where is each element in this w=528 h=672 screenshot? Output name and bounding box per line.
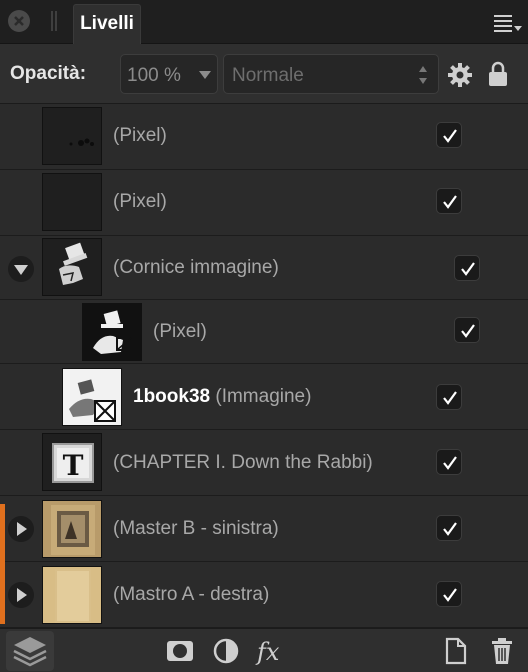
layer-thumbnail — [42, 238, 102, 296]
visibility-checkbox[interactable] — [436, 581, 462, 607]
expand-layer-button[interactable] — [8, 582, 34, 608]
visibility-checkbox[interactable] — [436, 384, 462, 410]
checkmark-icon — [461, 324, 475, 338]
layer-options-bar: Opacità: 100 % Normale — [0, 44, 528, 104]
mad-hatter-crop-icon — [93, 310, 132, 354]
layers-list: (Pixel) (Pixel) (Cornice immagine) (Pixe… — [0, 104, 528, 628]
blend-mode-value: Normale — [232, 65, 304, 86]
layers-stack-icon — [13, 637, 47, 667]
layer-thumbnail — [82, 303, 142, 361]
checkmark-icon — [443, 588, 457, 602]
layer-type: (Immagine) — [215, 386, 312, 407]
layer-row[interactable]: (Master B - sinistra) — [0, 496, 528, 562]
layer-thumbnail — [42, 500, 102, 558]
chevron-down-icon — [199, 71, 211, 79]
layer-thumbnail — [62, 368, 122, 426]
layer-row[interactable]: 1book38 (Immagine) — [0, 364, 528, 430]
layer-label: (Pixel) — [113, 125, 167, 146]
layer-row[interactable]: (Pixel) — [0, 104, 528, 170]
layer-label: (Master B - sinistra) — [113, 518, 279, 539]
opacity-label: Opacità: — [10, 63, 87, 84]
layer-thumbnail — [42, 107, 102, 165]
svg-text:fx: fx — [255, 638, 280, 666]
panel-menu-button[interactable] — [494, 12, 522, 34]
visibility-checkbox[interactable] — [454, 317, 480, 343]
checkmark-icon — [443, 129, 457, 143]
visibility-checkbox[interactable] — [436, 188, 462, 214]
opacity-value: 100 % — [127, 65, 181, 86]
mask-layer-icon[interactable] — [164, 629, 196, 672]
pixel-thumbnail-icon — [69, 138, 94, 146]
layer-thumbnail: T — [42, 433, 102, 491]
layers-bottom-toolbar: fx — [0, 628, 528, 672]
layer-label: 1book38 (Immagine) — [133, 386, 311, 408]
triangle-down-icon — [14, 265, 28, 275]
layer-row[interactable]: (Pixel) — [0, 170, 528, 236]
stepper-arrows-icon — [419, 66, 427, 84]
lock-icon[interactable] — [488, 61, 508, 87]
layer-label: (Pixel) — [153, 321, 207, 342]
opacity-dropdown[interactable]: 100 % — [120, 54, 218, 94]
fx-effects-icon[interactable]: fx — [254, 629, 286, 672]
checkmark-icon — [443, 456, 457, 470]
trash-icon[interactable] — [488, 629, 516, 672]
collapse-layer-button[interactable] — [8, 256, 34, 282]
tab-livelli[interactable]: Livelli — [73, 4, 141, 45]
visibility-checkbox[interactable] — [454, 255, 480, 281]
adjustment-layer-icon[interactable] — [210, 629, 242, 672]
image-thumbnail-icon — [69, 379, 116, 422]
close-panel-button[interactable] — [8, 10, 30, 32]
selection-accent — [0, 562, 5, 624]
hamburger-menu-icon — [494, 15, 522, 32]
layer-thumbnail — [42, 566, 102, 624]
page-thumbnail-icon — [55, 569, 91, 623]
panel-tabbar: Livelli — [0, 0, 528, 45]
blend-mode-dropdown[interactable]: Normale — [223, 54, 439, 94]
visibility-checkbox[interactable] — [436, 122, 462, 148]
checkmark-icon — [443, 195, 457, 209]
drag-handle[interactable] — [51, 11, 57, 31]
mad-hatter-thumbnail-icon — [59, 242, 88, 285]
layer-thumbnail — [42, 173, 102, 231]
layers-stack-button[interactable] — [6, 631, 54, 671]
close-icon — [14, 16, 24, 26]
layer-label: (Cornice immagine) — [113, 257, 279, 278]
layer-row[interactable]: (Pixel) — [0, 300, 528, 364]
layer-name-bold: 1book38 — [133, 386, 211, 407]
selection-accent — [0, 504, 5, 562]
checkmark-icon — [443, 391, 457, 405]
layer-label: (CHAPTER I. Down the Rabbi) — [113, 452, 373, 473]
page-thumbnail-icon — [51, 505, 95, 555]
gear-icon[interactable] — [447, 62, 473, 88]
checkmark-icon — [461, 262, 475, 276]
visibility-checkbox[interactable] — [436, 449, 462, 475]
new-document-icon[interactable] — [442, 629, 470, 672]
layer-row[interactable]: T (CHAPTER I. Down the Rabbi) — [0, 430, 528, 496]
checkmark-icon — [443, 522, 457, 536]
layer-label: (Pixel) — [113, 191, 167, 212]
visibility-checkbox[interactable] — [436, 515, 462, 541]
text-layer-icon: T — [52, 443, 94, 483]
layer-row[interactable]: (Cornice immagine) — [0, 236, 528, 300]
expand-layer-button[interactable] — [8, 516, 34, 542]
layer-label: (Mastro A - destra) — [113, 584, 270, 605]
triangle-right-icon — [17, 522, 27, 536]
layer-row[interactable]: (Mastro A - destra) — [0, 562, 528, 628]
triangle-right-icon — [17, 588, 27, 602]
svg-text:T: T — [63, 449, 84, 482]
